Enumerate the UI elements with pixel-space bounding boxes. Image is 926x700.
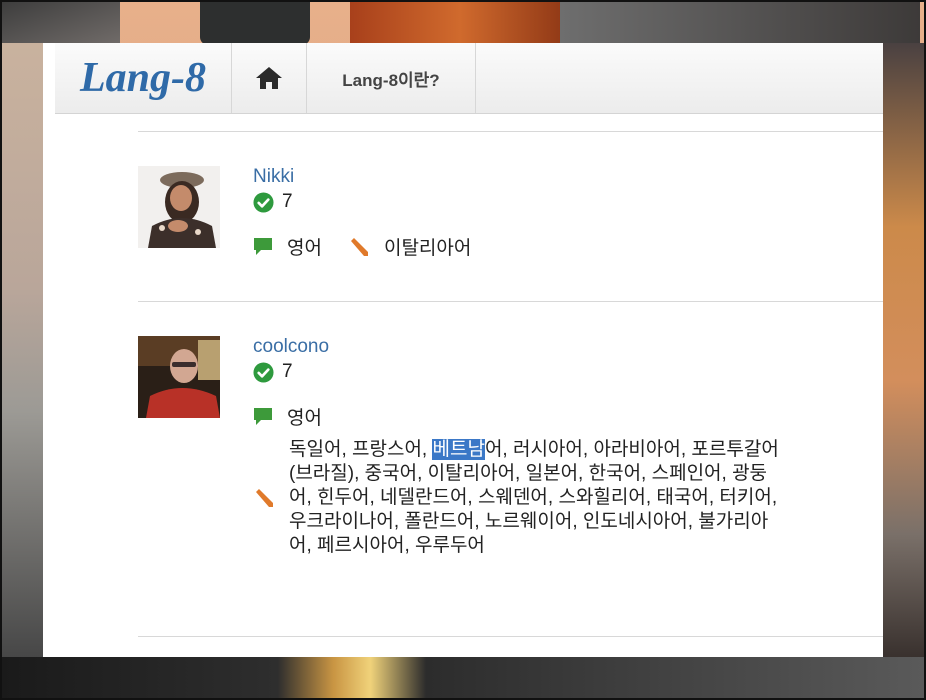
background-object <box>560 0 920 45</box>
username-link[interactable]: Nikki <box>253 166 813 188</box>
site-header: Lang-8 Lang-8이란? <box>55 43 883 114</box>
check-circle-icon <box>253 191 274 213</box>
learning-languages-row: 독일어, 프랑스어, 베트남어, 러시아어, 아라비아어, 포르투갈어 (브라질… <box>253 438 813 558</box>
browser-page: Lang-8 Lang-8이란? Nikki 7 영어 이탈리아어 coolco… <box>43 43 883 657</box>
background-object <box>200 0 310 45</box>
divider <box>138 131 883 132</box>
learning-languages[interactable]: 독일어, 프랑스어, 베트남어, 러시아어, 아라비아어, 포르투갈어 (브라질… <box>289 438 779 558</box>
score-value: 7 <box>282 361 293 382</box>
speech-bubble-icon <box>254 407 272 425</box>
home-button[interactable] <box>232 43 307 113</box>
background-object <box>0 43 43 657</box>
pencil-icon <box>350 237 368 256</box>
learning-language: 이탈리아어 <box>383 238 472 259</box>
divider <box>138 636 883 637</box>
language-row: 영어 <box>253 403 813 430</box>
check-circle-icon <box>253 361 274 383</box>
divider <box>138 301 883 302</box>
native-language: 영어 <box>287 408 322 429</box>
avatar[interactable] <box>138 166 220 248</box>
native-language: 영어 <box>287 238 322 259</box>
about-lang8-link[interactable]: Lang-8이란? <box>307 43 476 113</box>
background-object <box>350 0 570 45</box>
learning-languages-part: 독일어, 프랑스어, <box>289 439 433 460</box>
username-link[interactable]: coolcono <box>253 336 813 358</box>
score: 7 <box>253 191 813 213</box>
background-object <box>0 657 926 700</box>
score-value: 7 <box>282 191 293 212</box>
score: 7 <box>253 361 813 383</box>
background-object <box>883 43 926 657</box>
avatar[interactable] <box>138 336 220 418</box>
home-icon <box>256 67 282 89</box>
speech-bubble-icon <box>254 237 272 255</box>
language-row: 영어 이탈리아어 <box>253 233 813 260</box>
selected-text[interactable]: 베트남 <box>432 439 485 460</box>
pencil-icon <box>256 489 273 507</box>
site-logo[interactable]: Lang-8 <box>55 43 232 113</box>
